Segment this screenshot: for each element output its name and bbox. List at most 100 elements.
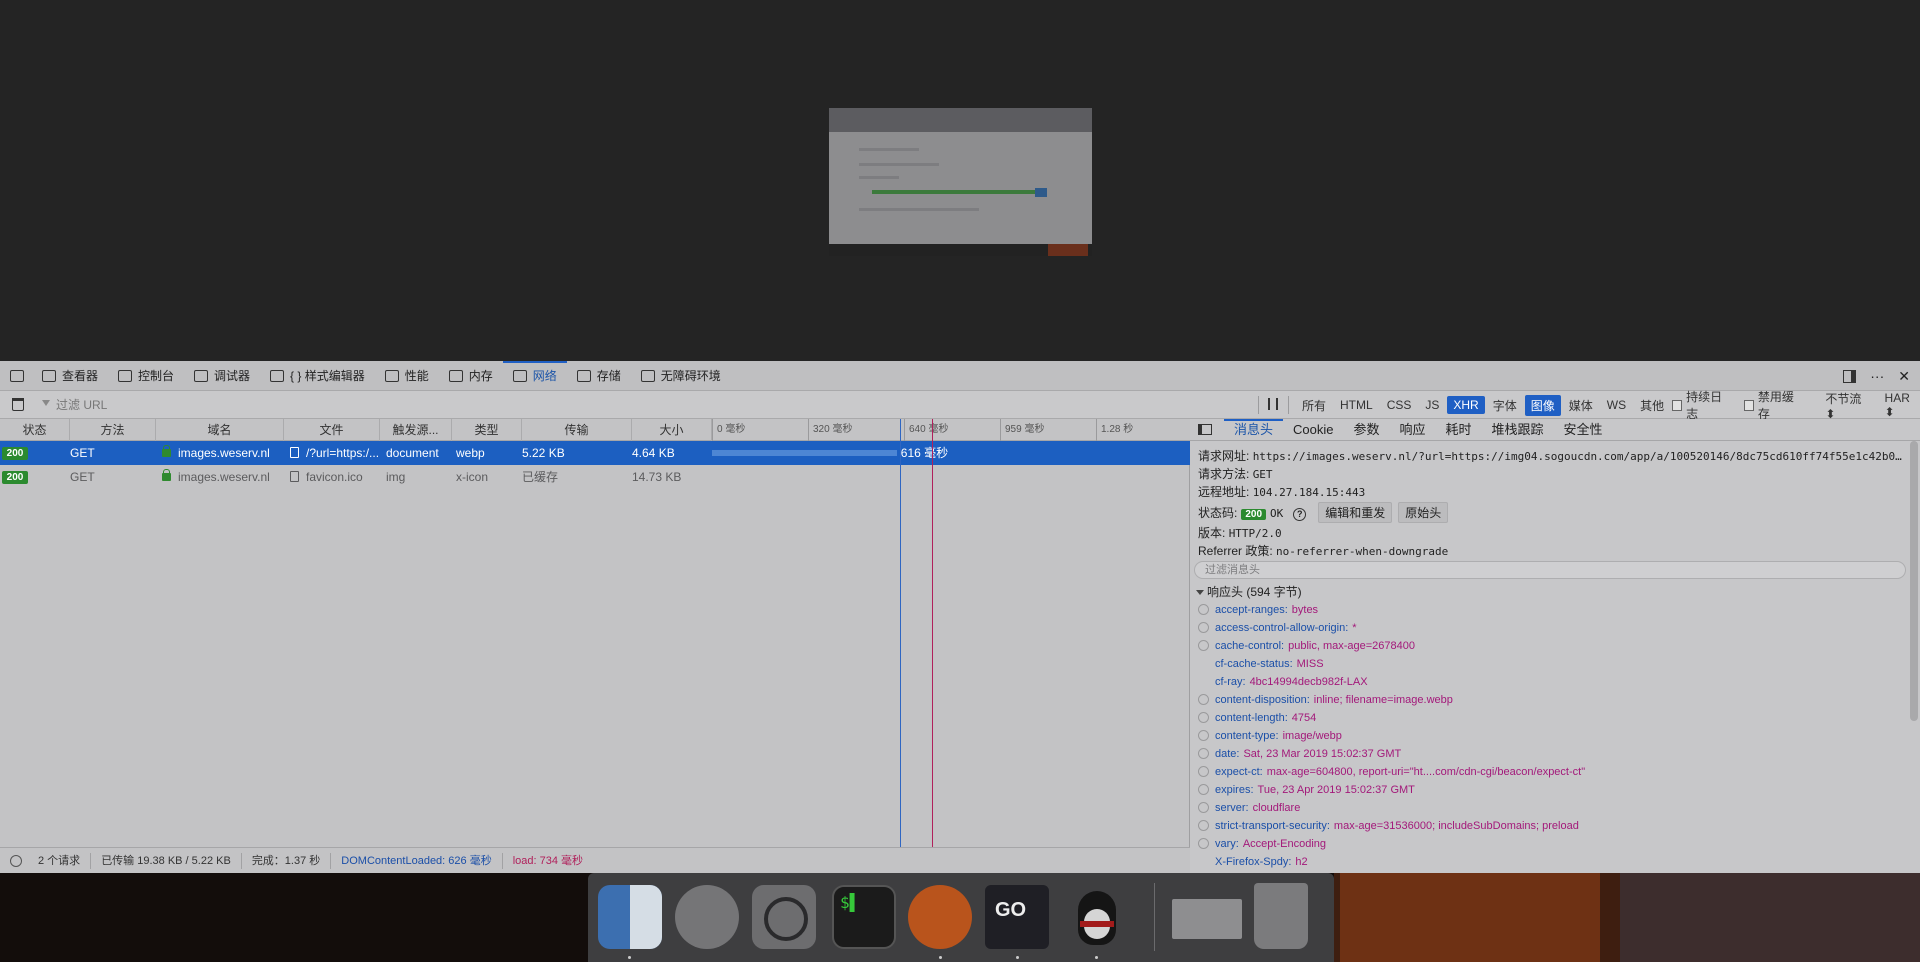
remote-address-value: 104.27.184.15:443 bbox=[1252, 486, 1366, 499]
launchpad-icon[interactable] bbox=[675, 885, 739, 949]
trash-icon[interactable] bbox=[1254, 883, 1308, 949]
details-scrollbar[interactable] bbox=[1910, 441, 1918, 721]
system-preferences-icon[interactable] bbox=[752, 885, 816, 949]
tab-inspector[interactable]: 查看器 bbox=[32, 361, 108, 391]
details-tab[interactable]: 参数 bbox=[1343, 419, 1389, 441]
column-size[interactable]: 大小 bbox=[632, 419, 712, 441]
filter-type-2[interactable]: CSS bbox=[1381, 396, 1418, 414]
header-value: public, max-age=2678400 bbox=[1288, 640, 1415, 652]
goland-icon[interactable]: GO bbox=[985, 885, 1049, 949]
window-thumbnail-icon[interactable] bbox=[1172, 899, 1242, 939]
tab-label: 性能 bbox=[404, 369, 429, 383]
network-icon bbox=[512, 369, 527, 382]
tab-storage[interactable]: 存储 bbox=[567, 361, 631, 391]
details-tab[interactable]: 安全性 bbox=[1554, 419, 1613, 441]
tab-style-editor[interactable]: { } 样式编辑器 bbox=[260, 361, 375, 391]
request-row[interactable]: 200 GET images.weserv.nl favicon.ico img x-ic… bbox=[0, 465, 1190, 489]
toggle-sidebar-icon[interactable] bbox=[1198, 424, 1212, 435]
raw-headers-button[interactable]: 原始头 bbox=[1398, 502, 1449, 523]
url-filter-input[interactable]: 过滤 URL bbox=[42, 395, 942, 415]
tab-performance[interactable]: 性能 bbox=[375, 361, 439, 391]
response-headers-toggle[interactable]: 响应头 (594 字节) bbox=[1196, 583, 1302, 600]
edit-resend-button[interactable]: 编辑和重发 bbox=[1318, 502, 1393, 523]
details-tab[interactable]: 堆栈跟踪 bbox=[1482, 419, 1554, 441]
close-icon[interactable]: ✕ bbox=[1898, 368, 1910, 385]
filter-all[interactable]: 所有 bbox=[1296, 395, 1332, 416]
header-help-icon[interactable] bbox=[1198, 604, 1209, 615]
request-details-panel: 消息头 Cookie 参数 响应 耗时 堆栈跟踪 安全性 请求网址: https://ima… bbox=[1190, 419, 1920, 873]
request-row[interactable]: 200 GET images.weserv.nl /?url=https:/... do… bbox=[0, 441, 1190, 465]
header-value: 4bc14994decb982f-LAX bbox=[1249, 676, 1368, 688]
pause-icon[interactable] bbox=[1268, 398, 1278, 410]
column-status[interactable]: 状态 bbox=[0, 419, 70, 441]
tab-memory[interactable]: 内存 bbox=[439, 361, 503, 391]
header-help-icon[interactable] bbox=[1198, 748, 1209, 759]
transferred-cell: 已缓存 bbox=[522, 470, 559, 484]
header-help-icon[interactable] bbox=[1198, 730, 1209, 741]
dock-side-icon[interactable] bbox=[1843, 369, 1857, 383]
header-entry: X-Firefox-Spdy: h2 bbox=[1215, 853, 1308, 871]
header-help-icon[interactable] bbox=[1198, 802, 1209, 813]
file-icon bbox=[290, 471, 299, 482]
request-url-value[interactable]: https://images.weserv.nl/?url=https://im… bbox=[1253, 450, 1902, 463]
console-icon bbox=[118, 369, 133, 382]
persist-log-checkbox[interactable]: 持续日志 bbox=[1672, 388, 1730, 422]
column-file[interactable]: 文件 bbox=[284, 419, 380, 441]
filter-type-7[interactable]: 媒体 bbox=[1563, 395, 1599, 416]
filter-type-6[interactable]: 图像 bbox=[1524, 394, 1561, 416]
column-method[interactable]: 方法 bbox=[70, 419, 156, 441]
file-icon bbox=[290, 447, 299, 458]
filter-type-9[interactable]: 其他 bbox=[1634, 395, 1670, 416]
terminal-icon[interactable]: $▌ bbox=[832, 885, 896, 949]
tab-network[interactable]: 网络 bbox=[502, 360, 567, 391]
header-help-icon[interactable] bbox=[1198, 712, 1209, 723]
filter-type-3[interactable]: JS bbox=[1419, 396, 1445, 414]
header-filter-input[interactable]: 过滤消息头 bbox=[1194, 561, 1906, 579]
pick-element-button[interactable] bbox=[0, 361, 32, 391]
header-value: bytes bbox=[1291, 604, 1319, 616]
throttle-select[interactable]: 不节流 ⬍ bbox=[1825, 390, 1870, 421]
column-domain[interactable]: 域名 bbox=[156, 419, 284, 441]
column-type[interactable]: 类型 bbox=[452, 419, 522, 441]
checkbox-box bbox=[1743, 399, 1754, 411]
header-value: MISS bbox=[1296, 658, 1324, 670]
details-tabs: 消息头 Cookie 参数 响应 耗时 堆栈跟踪 安全性 bbox=[1190, 419, 1920, 441]
column-cause[interactable]: 触发源... bbox=[380, 419, 452, 441]
tab-accessibility[interactable]: 无障碍环境 bbox=[631, 361, 731, 391]
tab-label: 调试器 bbox=[214, 369, 251, 383]
header-help-icon[interactable] bbox=[1198, 640, 1209, 651]
filter-type-1[interactable]: HTML bbox=[1334, 396, 1379, 414]
type-cell: webp bbox=[456, 446, 485, 460]
timing-label: 616 毫秒 bbox=[900, 446, 949, 460]
request-list: 状态 方法 域名 文件 触发源... 类型 传输 大小 0 毫秒 320 毫秒 64… bbox=[0, 419, 1190, 847]
accessibility-icon bbox=[640, 369, 655, 382]
clear-requests-icon[interactable] bbox=[12, 398, 24, 411]
header-value: max-age=31536000; includeSubDomains; pre… bbox=[1333, 820, 1579, 832]
performance-analysis-icon[interactable] bbox=[10, 854, 22, 867]
header-help-icon[interactable] bbox=[1198, 784, 1209, 795]
disable-cache-checkbox[interactable]: 禁用缓存 bbox=[1743, 388, 1802, 422]
column-transferred[interactable]: 传输 bbox=[522, 419, 632, 441]
details-tab[interactable]: 消息头 bbox=[1224, 419, 1284, 441]
har-select[interactable]: HAR ⬍ bbox=[1885, 391, 1920, 419]
more-icon[interactable]: ··· bbox=[1870, 368, 1884, 384]
header-help-icon[interactable] bbox=[1198, 694, 1209, 705]
filter-type-8[interactable]: WS bbox=[1601, 396, 1632, 414]
header-entry: strict-transport-security: max-age=315360… bbox=[1215, 817, 1579, 835]
header-help-icon[interactable] bbox=[1198, 622, 1209, 633]
firefox-icon[interactable] bbox=[908, 885, 972, 949]
header-help-icon[interactable] bbox=[1198, 820, 1209, 831]
help-icon[interactable]: ? bbox=[1293, 508, 1307, 521]
tab-console[interactable]: 控制台 bbox=[108, 361, 184, 391]
qq-icon[interactable] bbox=[1064, 885, 1128, 949]
header-help-icon[interactable] bbox=[1198, 838, 1209, 849]
details-tab[interactable]: Cookie bbox=[1283, 419, 1343, 441]
header-help-icon[interactable] bbox=[1198, 766, 1209, 777]
tab-debugger[interactable]: 调试器 bbox=[184, 361, 260, 391]
filter-type-5[interactable]: 字体 bbox=[1487, 395, 1523, 416]
header-entry: expires: Tue, 23 Apr 2019 15:02:37 GMT bbox=[1215, 781, 1415, 799]
finder-icon[interactable] bbox=[598, 885, 662, 949]
details-tab[interactable]: 响应 bbox=[1390, 419, 1436, 441]
filter-type-4[interactable]: XHR bbox=[1447, 396, 1485, 414]
details-tab[interactable]: 耗时 bbox=[1436, 419, 1482, 441]
